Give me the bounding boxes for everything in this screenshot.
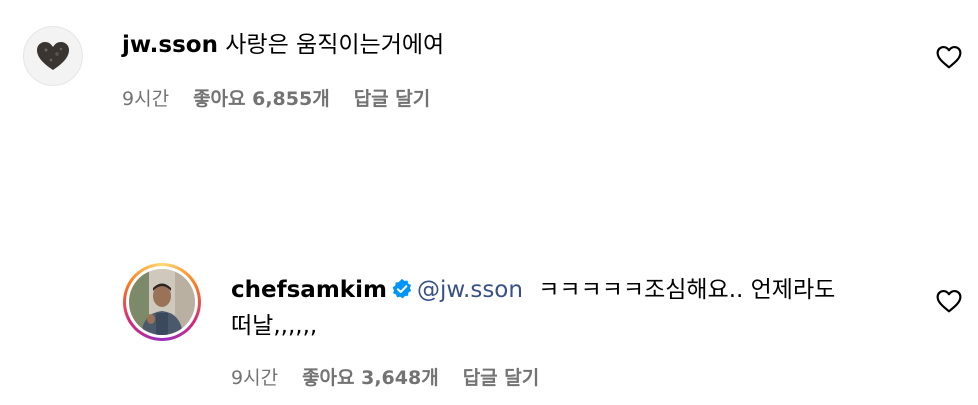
chef-photo-avatar-icon (129, 269, 195, 335)
comment-username[interactable]: jw.sson (122, 32, 218, 58)
comment-body: jw.sson 사랑은 움직이는거에여 (122, 28, 444, 62)
comment-username[interactable]: chefsamkim (231, 277, 387, 303)
like-heart-icon[interactable] (936, 45, 962, 69)
comment-chefsamkim: chefsamkim @jw.sson ㅋㅋㅋㅋㅋ조심해요.. 언제라도 떠날,… (0, 250, 978, 405)
comment-jw-sson: jw.sson 사랑은 움직이는거에여 9시간 좋아요 6,855개 답글 달기 (0, 0, 978, 130)
comment-meta: 9시간 좋아요 6,855개 답글 달기 (122, 84, 430, 111)
comment-text: 사랑은 움직이는거에여 (225, 32, 445, 58)
comment-likes[interactable]: 좋아요 3,648개 (302, 363, 439, 390)
comment-text-continued: 떠날,,,,,, (231, 313, 318, 339)
avatar[interactable] (23, 26, 83, 86)
heart-stone-avatar-icon (37, 42, 69, 70)
reply-button[interactable]: 답글 달기 (463, 363, 540, 390)
comment-meta: 9시간 좋아요 3,648개 답글 달기 (231, 363, 539, 390)
comment-time[interactable]: 9시간 (231, 363, 278, 390)
comment-likes[interactable]: 좋아요 6,855개 (193, 84, 330, 111)
comment-body: chefsamkim @jw.sson ㅋㅋㅋㅋㅋ조심해요.. 언제라도 (231, 273, 835, 307)
verified-badge-icon (392, 278, 412, 299)
comment-time[interactable]: 9시간 (122, 84, 169, 111)
like-heart-icon[interactable] (936, 289, 962, 313)
reply-button[interactable]: 답글 달기 (354, 84, 431, 111)
mention-link[interactable]: @jw.sson (417, 277, 523, 303)
comment-text: ㅋㅋㅋㅋㅋ조심해요.. 언제라도 (538, 277, 836, 303)
avatar[interactable] (123, 263, 201, 341)
